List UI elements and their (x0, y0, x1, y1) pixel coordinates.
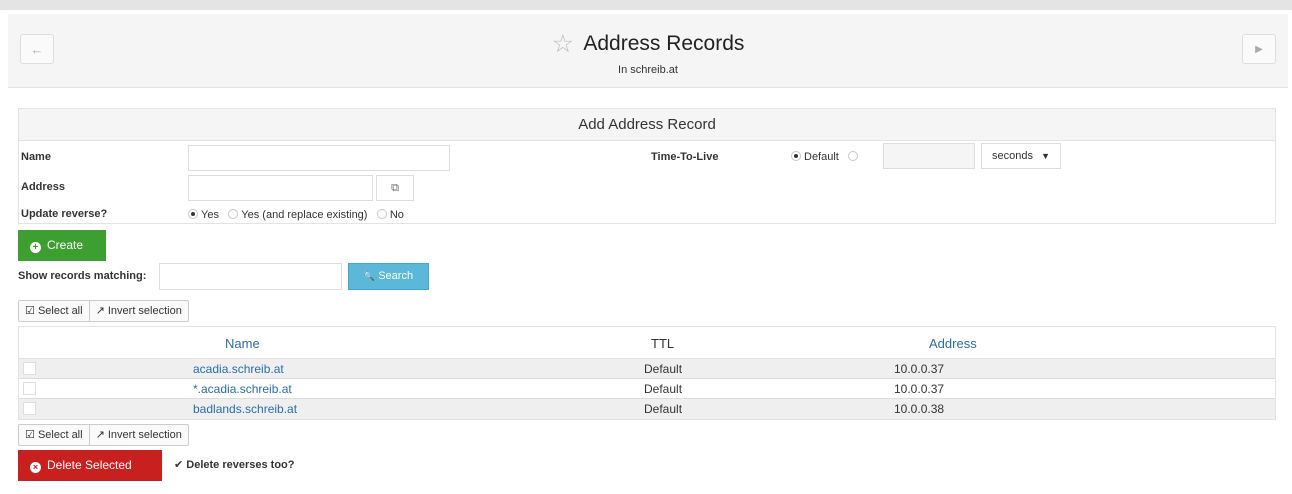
invert-selection-button[interactable]: ↗ Invert selection (88, 425, 188, 445)
caret-down-icon: ▼ (1041, 151, 1050, 161)
arrow-right-icon: ▶ (1255, 43, 1263, 55)
reverse-no-text: No (389, 209, 404, 221)
copy-icon: ⧉ (391, 182, 399, 194)
create-button[interactable]: + Create (18, 230, 106, 261)
select-all-button[interactable]: ☑ Select all (19, 301, 89, 321)
reverse-no-radio[interactable] (376, 209, 387, 219)
table-header: Name TTL Address (19, 327, 1275, 359)
external-link-icon: ↗ (95, 429, 105, 441)
update-reverse-options: Yes Yes (and replace existing) No (188, 207, 410, 221)
column-address-header[interactable]: Address (929, 336, 977, 351)
record-address: 10.0.0.37 (894, 382, 945, 396)
plus-circle-icon: + (30, 242, 41, 253)
check-square-icon: ☑ (25, 429, 35, 441)
record-name-link[interactable]: badlands.schreib.at (193, 402, 297, 416)
title-row: ☆ Address Records (8, 32, 1288, 57)
selection-buttons-top: ☑ Select all ↗ Invert selection (18, 300, 189, 322)
add-record-panel: Add Address Record Name Time-To-Live Def… (18, 108, 1276, 224)
star-icon[interactable]: ☆ (552, 32, 574, 57)
times-circle-icon: × (30, 462, 41, 473)
invert-selection-label: Invert selection (107, 305, 182, 317)
record-address: 10.0.0.38 (894, 402, 945, 416)
update-reverse-label: Update reverse? (21, 208, 108, 220)
create-label: Create (47, 238, 84, 252)
search-label: Show records matching: (18, 270, 147, 282)
ttl-default-radio[interactable] (791, 151, 801, 161)
address-input[interactable] (188, 175, 373, 201)
delete-selected-button[interactable]: × Delete Selected (18, 450, 162, 481)
reverse-replace-radio[interactable] (228, 209, 239, 219)
ttl-unit-select[interactable]: seconds ▼ (981, 143, 1061, 169)
search-input[interactable] (159, 263, 342, 290)
address-label: Address (21, 181, 66, 193)
reverse-yes-radio[interactable] (188, 209, 198, 219)
record-address: 10.0.0.37 (894, 362, 945, 376)
name-input[interactable] (188, 145, 450, 171)
panel-heading: Add Address Record (19, 109, 1275, 141)
ttl-custom-radio[interactable] (848, 151, 859, 161)
check-square-icon: ☑ (25, 305, 35, 317)
delete-reverses-option[interactable]: ✔ Delete reverses too? (174, 458, 295, 471)
delete-reverses-label: Delete reverses too? (186, 459, 295, 471)
record-name-link[interactable]: acadia.schreib.at (193, 362, 284, 376)
ttl-unit-value: seconds (992, 150, 1033, 162)
row-checkbox[interactable] (23, 382, 36, 395)
page-title: Address Records (583, 32, 745, 55)
selection-buttons-bottom: ☑ Select all ↗ Invert selection (18, 424, 189, 446)
table-row: badlands.schreib.at Default 10.0.0.38 (19, 399, 1275, 419)
name-label: Name (21, 151, 51, 163)
records-table: Name TTL Address acadia.schreib.at Defau… (18, 326, 1276, 420)
ttl-label: Time-To-Live (651, 151, 719, 163)
invert-selection-button[interactable]: ↗ Invert selection (88, 301, 188, 321)
checkmark-icon[interactable]: ✔ (174, 459, 183, 471)
page-subtitle: In schreib.at (618, 64, 678, 76)
copy-address-button[interactable]: ⧉ (376, 175, 414, 201)
top-shade (0, 0, 1292, 10)
search-icon: 🔍 (363, 271, 376, 281)
search-button[interactable]: 🔍 Search (348, 263, 429, 290)
select-all-label: Select all (37, 305, 83, 317)
external-link-icon: ↗ (95, 305, 105, 317)
page-header: ← ☆ Address Records In schreib.at ▶ (8, 14, 1288, 88)
record-ttl: Default (644, 362, 683, 376)
table-row: acadia.schreib.at Default 10.0.0.37 (19, 359, 1275, 379)
select-all-button[interactable]: ☑ Select all (19, 425, 89, 445)
table-row: *.acadia.schreib.at Default 10.0.0.37 (19, 379, 1275, 399)
record-ttl: Default (644, 382, 683, 396)
record-ttl: Default (644, 402, 683, 416)
select-all-label: Select all (37, 429, 83, 441)
ttl-input[interactable] (883, 143, 975, 169)
ttl-default-text: Default (804, 151, 839, 163)
ttl-default-option[interactable]: Default (791, 149, 861, 163)
search-button-label: Search (378, 270, 414, 282)
row-checkbox[interactable] (23, 362, 36, 375)
row-checkbox[interactable] (23, 402, 36, 415)
forward-button[interactable]: ▶ (1242, 34, 1276, 64)
column-ttl-header: TTL (651, 336, 675, 351)
reverse-replace-text: Yes (and replace existing) (241, 209, 368, 221)
record-name-link[interactable]: *.acadia.schreib.at (193, 382, 292, 396)
column-name-header[interactable]: Name (225, 336, 260, 351)
reverse-yes-text: Yes (201, 209, 219, 221)
invert-selection-label: Invert selection (107, 429, 182, 441)
delete-selected-label: Delete Selected (47, 458, 132, 472)
